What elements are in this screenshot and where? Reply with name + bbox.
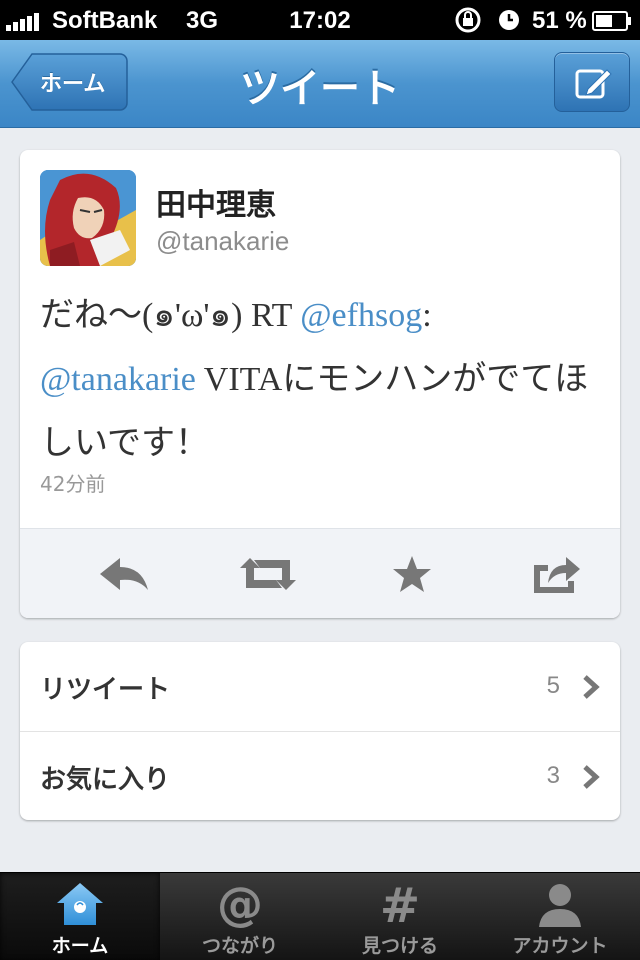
mention-link[interactable]: @tanakarie [40,361,196,398]
user-handle[interactable]: @tanakarie [156,226,289,257]
tweet-text-part: : [422,297,432,334]
tab-discover-label: 見つける [361,935,438,957]
favorites-count: 3 [546,762,560,789]
tweet-action-bar [20,528,620,618]
tweet-timestamp: 42分前 [40,472,106,496]
retweet-icon [240,558,296,590]
home-icon [57,883,103,925]
tab-home[interactable]: ホーム [0,873,160,960]
reply-button[interactable] [94,551,154,597]
tweet-card: 田中理恵 @tanakarie だね〜(๑'ω'๑) RT @efhsog: @… [20,150,620,618]
hash-icon: # [380,880,420,930]
chevron-right-icon [583,675,600,699]
tab-account[interactable]: アカウント [480,873,640,960]
user-name[interactable]: 田中理恵 [156,180,276,224]
mention-link[interactable]: @efhsog [300,297,422,334]
svg-text:#: # [380,880,420,930]
favorites-row[interactable]: お気に入り 3 [20,731,620,820]
compose-icon [575,69,612,99]
tab-connect-label: つながり [201,935,278,957]
favorites-label: お気に入り [40,765,171,795]
svg-text:@: @ [217,880,263,930]
status-bar: SoftBank 3G 17:02 51 % [0,0,640,40]
retweets-label: リツイート [40,675,171,705]
at-icon: @ [217,880,263,930]
tab-discover[interactable]: # 見つける [320,873,480,960]
battery-percent: 51 % [532,7,587,34]
alarm-clock-icon [499,10,519,30]
tweet-stats-card: リツイート 5 お気に入り 3 [20,642,620,820]
person-icon [539,884,581,927]
favorite-icon [393,556,431,592]
tab-home-label: ホーム [51,935,109,957]
navigation-bar: ホーム ツイート [0,40,640,128]
compose-button[interactable] [554,52,630,112]
chevron-right-icon [583,765,600,789]
battery-icon [592,11,631,31]
page-title: ツイート [240,66,400,112]
retweets-count: 5 [546,672,560,699]
tab-connect[interactable]: @ つながり [160,873,320,960]
reply-icon [100,558,148,590]
retweets-row[interactable]: リツイート 5 [20,642,620,731]
tab-bar: ホーム @ つながり # 見つける アカウント [0,872,640,960]
share-button[interactable] [526,551,586,597]
tweet-text-part: だね〜(๑'ω'๑) RT [40,297,301,334]
share-icon [534,557,580,593]
retweet-button[interactable] [238,551,298,597]
avatar[interactable] [40,170,136,266]
favorite-button[interactable] [382,551,442,597]
rotation-lock-icon [455,7,481,33]
tab-account-label: アカウント [512,935,608,957]
tweet-text: だね〜(๑'ω'๑) RT @efhsog: @tanakarie VITAにモ… [40,284,600,476]
